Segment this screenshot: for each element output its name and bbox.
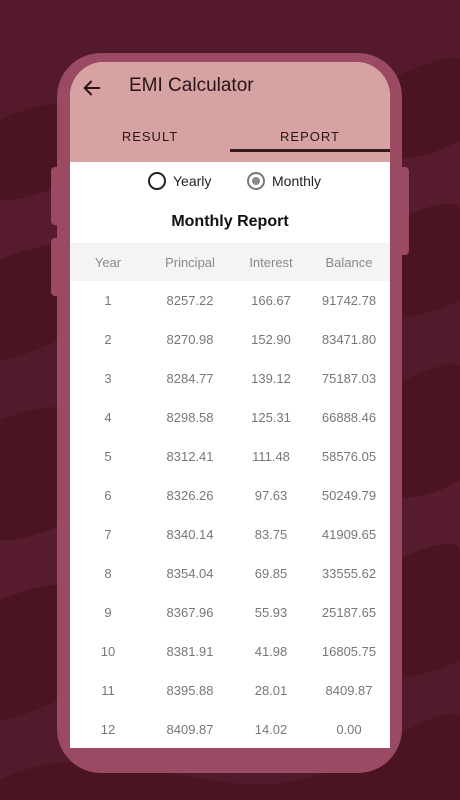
cell-interest: 125.31 bbox=[251, 410, 291, 425]
cell-year: 9 bbox=[104, 605, 112, 620]
cell-principal: 8409.87 bbox=[166, 722, 214, 737]
cell-principal: 8395.88 bbox=[166, 683, 214, 698]
column-header-interest: Interest bbox=[249, 254, 293, 270]
cell-principal: 8312.41 bbox=[166, 449, 214, 464]
active-tab-indicator bbox=[230, 149, 390, 152]
report-type-selector: Yearly Monthly bbox=[70, 172, 390, 194]
table-row: 6 8326.26 97.63 50249.79 bbox=[70, 476, 390, 515]
cell-year: 5 bbox=[104, 449, 112, 464]
cell-principal: 8326.26 bbox=[166, 488, 214, 503]
cell-balance: 58576.05 bbox=[321, 449, 377, 464]
cell-interest: 97.63 bbox=[254, 488, 288, 503]
table-row: 10 8381.91 41.98 16805.75 bbox=[70, 632, 390, 671]
cell-balance: 8409.87 bbox=[325, 683, 373, 698]
cell-balance: 0.00 bbox=[336, 722, 362, 737]
radio-unchecked-icon bbox=[148, 172, 166, 190]
cell-year: 6 bbox=[104, 488, 112, 503]
cell-year: 8 bbox=[104, 566, 112, 581]
table-row: 12 8409.87 14.02 0.00 bbox=[70, 710, 390, 748]
cell-year: 12 bbox=[100, 722, 116, 737]
table-row: 11 8395.88 28.01 8409.87 bbox=[70, 671, 390, 710]
column-header-principal: Principal bbox=[165, 254, 215, 270]
cell-interest: 69.85 bbox=[254, 566, 288, 581]
cell-balance: 25187.65 bbox=[321, 605, 377, 620]
cell-interest: 166.67 bbox=[251, 293, 291, 308]
table-row: 5 8312.41 111.48 58576.05 bbox=[70, 437, 390, 476]
cell-balance: 41909.65 bbox=[321, 527, 377, 542]
arrow-left-icon bbox=[83, 80, 101, 96]
radio-checked-icon bbox=[247, 172, 265, 190]
table-row: 1 8257.22 166.67 91742.78 bbox=[70, 281, 390, 320]
app-screen: EMI Calculator RESULT REPORT Yearly Mont… bbox=[70, 62, 390, 748]
cell-balance: 16805.75 bbox=[321, 644, 377, 659]
phone-side-button bbox=[51, 238, 61, 296]
cell-year: 2 bbox=[104, 332, 112, 347]
cell-principal: 8340.14 bbox=[166, 527, 214, 542]
table-body: 1 8257.22 166.67 91742.78 2 8270.98 152.90 8347… bbox=[70, 281, 390, 748]
cell-interest: 111.48 bbox=[252, 449, 290, 464]
table-row: 4 8298.58 125.31 66888.46 bbox=[70, 398, 390, 437]
cell-year: 11 bbox=[101, 683, 115, 698]
cell-interest: 41.98 bbox=[254, 644, 288, 659]
radio-monthly[interactable]: Monthly bbox=[247, 172, 321, 190]
cell-principal: 8381.91 bbox=[166, 644, 214, 659]
report-title: Monthly Report bbox=[171, 213, 289, 230]
report-table: Year Principal Interest Balance 1 8257.22… bbox=[70, 243, 390, 748]
table-header: Year Principal Interest Balance bbox=[70, 243, 390, 281]
cell-principal: 8284.77 bbox=[166, 371, 214, 386]
cell-principal: 8298.58 bbox=[166, 410, 214, 425]
cell-year: 7 bbox=[104, 527, 112, 542]
cell-principal: 8257.22 bbox=[166, 293, 214, 308]
table-row: 3 8284.77 139.12 75187.03 bbox=[70, 359, 390, 398]
table-row: 2 8270.98 152.90 83471.80 bbox=[70, 320, 390, 359]
radio-yearly[interactable]: Yearly bbox=[148, 172, 211, 190]
cell-balance: 75187.03 bbox=[321, 371, 377, 386]
column-header-balance: Balance bbox=[325, 254, 373, 270]
cell-balance: 50249.79 bbox=[321, 488, 377, 503]
cell-balance: 83471.80 bbox=[321, 332, 377, 347]
cell-year: 4 bbox=[104, 410, 112, 425]
cell-principal: 8270.98 bbox=[166, 332, 214, 347]
table-row: 9 8367.96 55.93 25187.65 bbox=[70, 593, 390, 632]
cell-year: 3 bbox=[104, 371, 112, 386]
cell-balance: 33555.62 bbox=[321, 566, 377, 581]
cell-interest: 139.12 bbox=[251, 371, 291, 386]
tab-result[interactable]: RESULT bbox=[70, 119, 230, 153]
cell-interest: 83.75 bbox=[254, 527, 288, 542]
tab-report[interactable]: REPORT bbox=[230, 119, 390, 153]
radio-monthly-label: Monthly bbox=[272, 173, 322, 189]
cell-interest: 55.93 bbox=[254, 605, 288, 620]
back-button[interactable] bbox=[78, 74, 106, 102]
cell-principal: 8354.04 bbox=[166, 566, 214, 581]
table-row: 8 8354.04 69.85 33555.62 bbox=[70, 554, 390, 593]
cell-year: 1 bbox=[104, 293, 112, 308]
app-bar: EMI Calculator RESULT REPORT bbox=[70, 62, 390, 162]
cell-balance: 66888.46 bbox=[321, 410, 377, 425]
app-title: EMI Calculator bbox=[129, 75, 254, 96]
cell-principal: 8367.96 bbox=[166, 605, 214, 620]
cell-interest: 14.02 bbox=[254, 722, 288, 737]
cell-interest: 28.01 bbox=[254, 683, 288, 698]
column-header-year: Year bbox=[94, 254, 122, 270]
phone-side-button bbox=[399, 167, 409, 255]
cell-balance: 91742.78 bbox=[321, 293, 377, 308]
radio-yearly-label: Yearly bbox=[173, 173, 212, 189]
table-row: 7 8340.14 83.75 41909.65 bbox=[70, 515, 390, 554]
cell-interest: 152.90 bbox=[251, 332, 291, 347]
cell-year: 10 bbox=[100, 644, 116, 659]
phone-side-button bbox=[51, 167, 61, 225]
